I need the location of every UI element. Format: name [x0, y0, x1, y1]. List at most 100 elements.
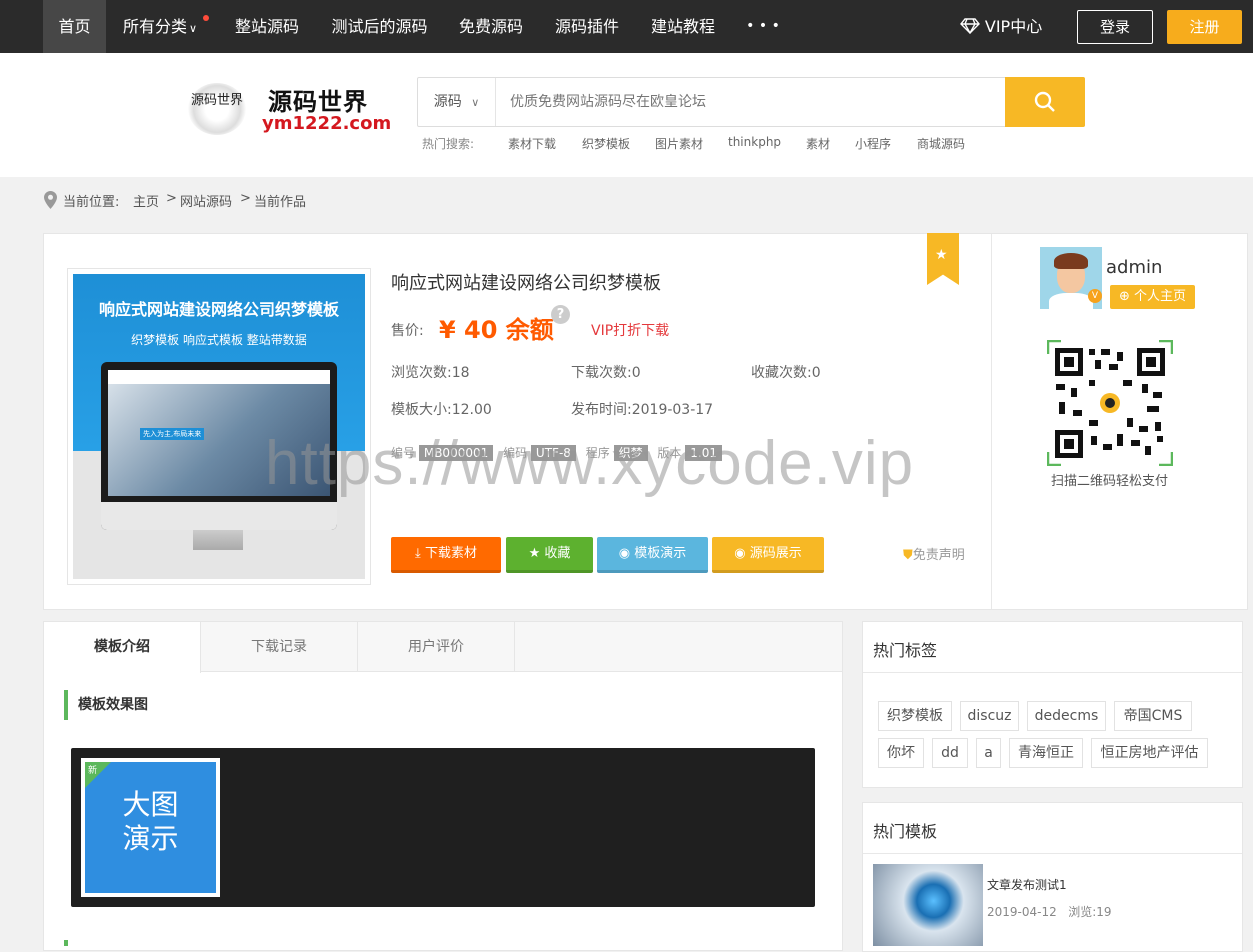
tag[interactable]: 青海恒正 [1009, 738, 1083, 768]
notification-dot [203, 15, 209, 21]
search-button[interactable] [1005, 77, 1085, 127]
stat-favorites: 收藏次数:0 [751, 365, 821, 381]
nav-free-source[interactable]: 免费源码 [459, 0, 523, 53]
large-preview-label: 大图 演示 [85, 762, 216, 893]
nav-tutorials[interactable]: 建站教程 [651, 0, 715, 53]
stat-views: 浏览次数:18 [391, 365, 470, 381]
eye-icon: ◉ [734, 546, 750, 561]
search-category-label: 源码 [433, 94, 462, 110]
vip-discount-link[interactable]: VIP打折下载 [591, 320, 669, 340]
nav-full-site-source[interactable]: 整站源码 [235, 0, 299, 53]
breadcrumb-current: 当前作品 [254, 195, 307, 210]
chevron-down-icon: ∨ [471, 96, 480, 109]
shield-icon: ⛊ [903, 548, 913, 563]
favorite-button-label: 收藏 [544, 546, 571, 561]
source-show-button[interactable]: ◉ 源码展示 [712, 537, 824, 573]
breadcrumb-sep: > [240, 191, 251, 206]
hot-template-title[interactable]: 文章发布测试1 [987, 876, 1067, 893]
qr-code [1047, 340, 1173, 466]
source-show-label: 源码展示 [749, 546, 802, 561]
stat-size: 模板大小:12.00 [391, 402, 492, 418]
avatar[interactable]: V [1040, 247, 1102, 309]
hot-tags-title: 热门标签 [873, 641, 938, 660]
watermark: https://www.xycode.vip [265, 429, 915, 498]
hot-search-link[interactable]: 图片素材 [655, 135, 703, 152]
divider [863, 853, 1242, 854]
product-title: 响应式网站建设网络公司织梦模板 [391, 273, 661, 294]
tag[interactable]: 你坏 [878, 738, 924, 768]
hot-template-thumbnail[interactable] [873, 864, 983, 946]
hot-search-label: 热门搜索: [422, 137, 475, 151]
nav-plugins[interactable]: 源码插件 [555, 0, 619, 53]
logo-seal: 源码世界 [188, 83, 246, 135]
product-thumbnail[interactable]: 响应式网站建设网络公司织梦模板 织梦模板 响应式模板 整站带数据 先入为主,布局… [67, 268, 371, 585]
disclaimer-link[interactable]: ⛊免责声明 [903, 544, 965, 563]
breadcrumb-category[interactable]: 网站源码 [180, 191, 232, 210]
tab-user-reviews[interactable]: 用户评价 [358, 622, 515, 672]
vertical-divider [991, 234, 992, 609]
hot-search-link[interactable]: 织梦模板 [582, 135, 630, 152]
monitor-stand [193, 530, 243, 550]
tag[interactable]: 织梦模板 [878, 701, 952, 731]
divider [863, 672, 1242, 673]
login-button[interactable]: 登录 [1077, 10, 1153, 44]
download-icon: ⤓ [415, 546, 425, 561]
screen-nav [108, 370, 330, 384]
chevron-down-icon: ∨ [188, 22, 198, 35]
tag[interactable]: dedecms [1027, 701, 1106, 731]
nav-all-categories[interactable]: 所有分类 ∨ [122, 0, 198, 53]
favorite-button[interactable]: ★ 收藏 [506, 537, 593, 573]
hot-template-meta: 2019-04-12 浏览:19 [987, 905, 1112, 919]
nav-vip-center[interactable]: VIP中心 [957, 0, 1045, 53]
hot-search-link[interactable]: 商城源码 [917, 135, 965, 152]
section-title-next [64, 940, 68, 946]
tag[interactable]: discuz [960, 701, 1019, 731]
tag[interactable]: a [976, 738, 1001, 768]
logo-domain: ym1222.com [262, 113, 392, 134]
large-preview-button[interactable]: 大图 演示 新 [81, 758, 220, 897]
tab-template-intro[interactable]: 模板介绍 [44, 622, 201, 673]
star-icon: ★ [528, 546, 545, 561]
hot-templates-title: 热门模板 [873, 822, 938, 841]
register-button[interactable]: 注册 [1167, 10, 1242, 44]
logo-title: 源码世界 [268, 88, 368, 116]
vip-badge-icon: V [1088, 289, 1102, 303]
template-demo-button[interactable]: ◉ 模板演示 [597, 537, 708, 573]
nav-more[interactable]: • • • [745, 0, 781, 53]
hot-search-link[interactable]: 素材下载 [508, 135, 556, 152]
nav-tested-source[interactable]: 测试后的源码 [331, 0, 428, 53]
thumb-heading: 响应式网站建设网络公司织梦模板 [98, 300, 339, 319]
hot-search-link[interactable]: thinkphp [728, 135, 781, 149]
breadcrumb-home[interactable]: 主页 [133, 191, 159, 210]
breadcrumb-label: 当前位置: [63, 195, 120, 210]
hot-search-link[interactable]: 素材 [806, 135, 830, 152]
search-icon [1034, 91, 1055, 112]
section-title: 模板效果图 [64, 690, 148, 720]
hot-search-link[interactable]: 小程序 [855, 135, 891, 152]
tag[interactable]: 帝国CMS [1114, 701, 1192, 731]
personal-home-button[interactable]: ⊕ 个人主页 [1110, 285, 1195, 309]
tab-download-records[interactable]: 下载记录 [201, 622, 358, 672]
tag[interactable]: 恒正房地产评估 [1091, 738, 1208, 768]
nav-home[interactable]: 首页 [43, 0, 106, 53]
personal-home-label: 个人主页 [1134, 289, 1187, 304]
stat-downloads: 下载次数:0 [571, 365, 641, 381]
site-header: 源码世界 源码世界 ym1222.com 源码 ∨ 优质免费网站源码尽在欧皇论坛… [0, 53, 1253, 177]
author-name[interactable]: admin [1106, 257, 1162, 278]
diamond-icon [959, 18, 980, 35]
stat-publish-date: 发布时间:2019-03-17 [571, 402, 714, 418]
top-navbar: 首页 所有分类 ∨ 整站源码 测试后的源码 免费源码 源码插件 建站教程 • • … [0, 0, 1253, 53]
search-category-select[interactable]: 源码 ∨ [418, 78, 496, 126]
logo[interactable]: 源码世界 源码世界 ym1222.com [186, 79, 391, 139]
search-input[interactable]: 优质免费网站源码尽在欧皇论坛 [510, 78, 706, 126]
price-label: 售价: [391, 323, 424, 339]
tag[interactable]: dd [932, 738, 968, 768]
vip-center-label: VIP中心 [984, 17, 1043, 36]
help-icon[interactable]: ? [551, 305, 570, 324]
monitor-chin [101, 502, 337, 530]
download-button[interactable]: ⤓ 下载素材 [391, 537, 501, 573]
eye-icon: ◉ [618, 546, 635, 561]
template-demo-label: 模板演示 [634, 546, 687, 561]
price-value: ¥ 40 余额 [439, 316, 554, 344]
screen-banner-text: 先入为主,布局未来 [140, 428, 205, 440]
